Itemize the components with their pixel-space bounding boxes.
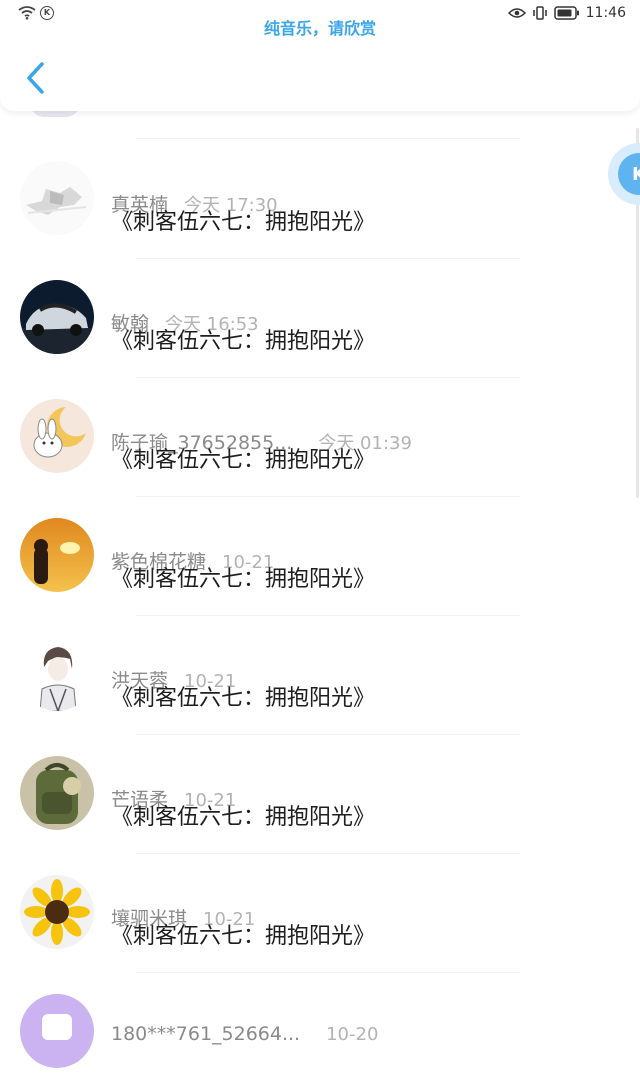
list-item[interactable]: 洪天蓉 10-21: [0, 616, 640, 735]
song-title: 《刺客伍六七：拥抱阳光》: [111, 924, 376, 949]
divider: [136, 138, 520, 139]
list-item[interactable]: 敏翰 今天 16:53: [0, 259, 640, 378]
avatar[interactable]: [20, 637, 94, 711]
list-item[interactable]: 壤驷米琪 10-21: [0, 854, 640, 973]
song-title: 《刺客伍六七：拥抱阳光》: [111, 448, 376, 473]
list-item[interactable]: 芒语柔 10-21: [0, 735, 640, 854]
song-title: 《刺客伍六七：拥抱阳光》: [111, 329, 376, 354]
timestamp: 10-20: [326, 1024, 379, 1045]
avatar[interactable]: [20, 518, 94, 592]
list-item[interactable]: 紫色棉花糖 10-21: [0, 497, 640, 616]
list-item[interactable]: 陈子瑜_37652855... 今天 01:39: [0, 378, 640, 497]
song-title: 《刺客伍六七：拥抱阳光》: [111, 805, 376, 830]
song-title: 《刺客伍六七：拥抱阳光》: [111, 686, 376, 711]
chevron-left-icon: [27, 62, 44, 94]
song-title: 《刺客伍六七：拥抱阳光》: [111, 567, 376, 592]
user-name[interactable]: 180***761_52664...: [111, 1023, 300, 1045]
avatar[interactable]: [20, 875, 94, 949]
song-title: 《刺客伍六七：拥抱阳光》: [111, 210, 376, 235]
back-button[interactable]: [16, 58, 56, 98]
avatar[interactable]: [20, 280, 94, 354]
k-logo-icon: K: [618, 153, 640, 195]
now-playing-text: 纯音乐，请欣赏: [263, 19, 376, 38]
avatar[interactable]: [20, 756, 94, 830]
list-item[interactable]: 180***761_52664... 10-20: [0, 973, 640, 1092]
list-item[interactable]: 真英楠 今天 17:30: [0, 140, 640, 259]
avatar[interactable]: [20, 161, 94, 235]
avatar[interactable]: [20, 399, 94, 473]
avatar[interactable]: [20, 994, 94, 1068]
